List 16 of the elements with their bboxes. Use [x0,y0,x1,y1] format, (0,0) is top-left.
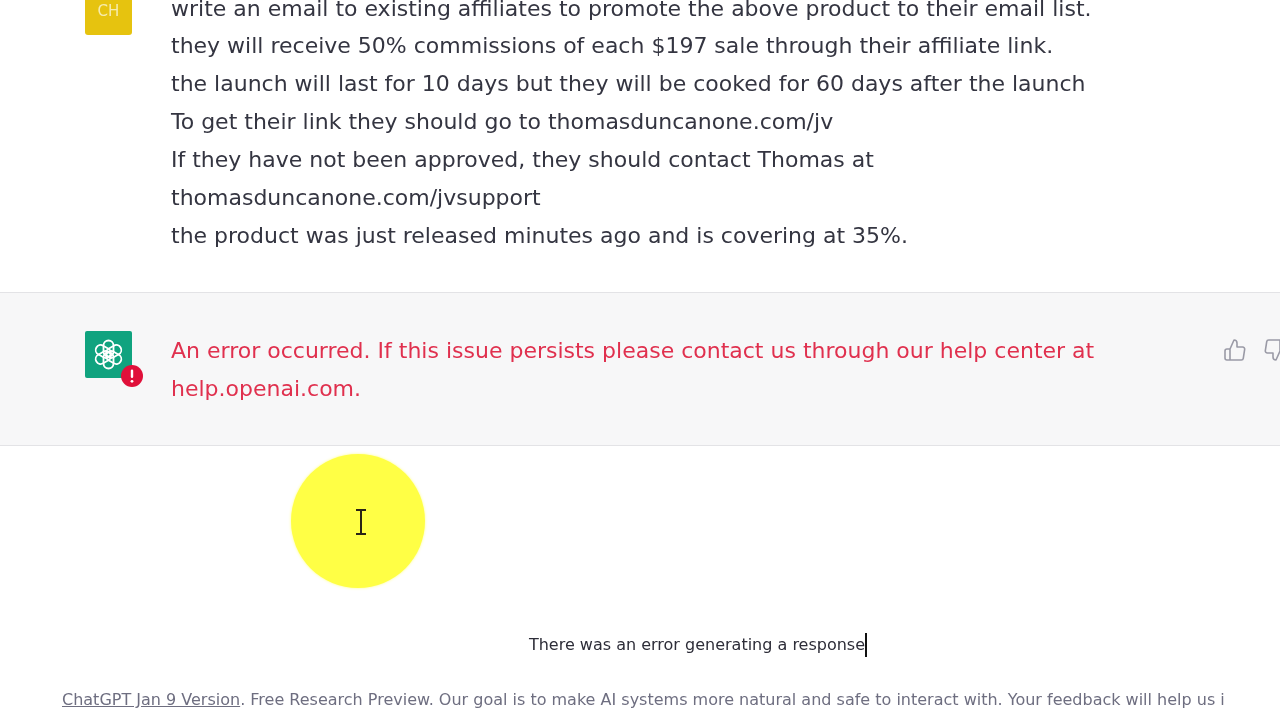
thumbs-up-icon[interactable] [1224,339,1246,361]
footer-disclaimer: ChatGPT Jan 9 Version. Free Research Preview. Our goal is to make AI systems more natural and safe to interact with. Your feedback will help us i [62,690,1226,710]
user-avatar: CH [85,0,132,35]
prompt-line: To get their link they should go to thomasduncanone.com/jv [171,108,835,136]
thumbs-down-icon[interactable] [1264,339,1280,361]
error-status-text: There was an error generating a response [528,635,866,655]
prompt-line: write an email to existing affiliates to promote the above product to their email list. [171,0,1093,18]
prompt-line: the product was just released minutes ago and is covering at 35%. [171,222,909,250]
prompt-line: the launch will last for 10 days but they will be cooked for 60 days after the launch [171,70,1087,98]
text-caret-icon [865,633,868,657]
prompt-line: they will receive 50% commissions of each $197 sale through their affiliate link. [171,32,1055,60]
knot-logo-icon [85,331,132,378]
error-badge-icon [121,365,143,387]
error-message: An error occurred. If this issue persists please contact us through our help center at help.openai.com. [171,337,1096,403]
version-link[interactable]: ChatGPT Jan 9 Version [62,690,241,709]
ibeam-pointer-icon [355,509,367,535]
